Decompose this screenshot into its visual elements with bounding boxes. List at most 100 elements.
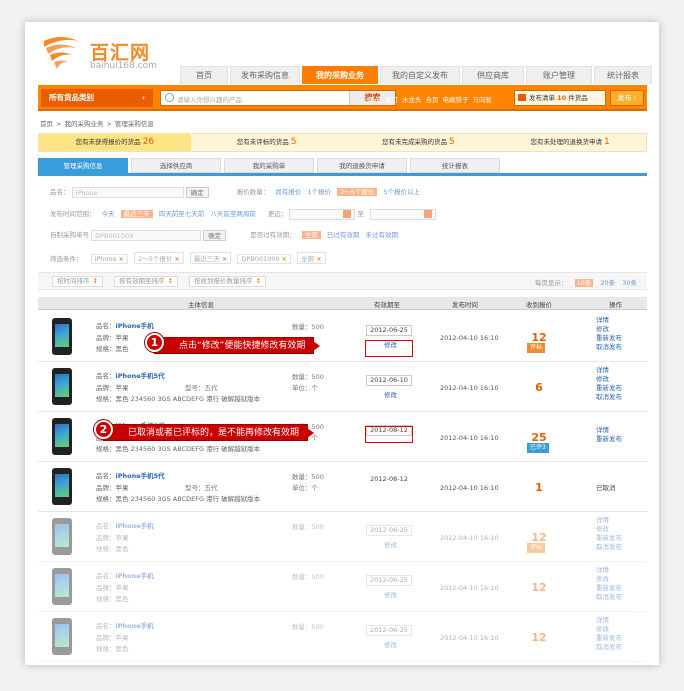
row-action-link[interactable]: 重新发布: [596, 384, 622, 393]
hot-word[interactable]: 螺钉: [385, 94, 398, 104]
notice-no-quotes[interactable]: 您有未获得报价的货品 26: [39, 134, 191, 151]
name-confirm-button[interactable]: 确定: [185, 186, 209, 198]
product-name-link[interactable]: iPhone手机: [116, 322, 154, 330]
time-option[interactable]: 八天前至两周前: [210, 210, 256, 218]
expiry-date[interactable]: 2012-06-25: [366, 625, 412, 636]
tab-reports[interactable]: 统计报表: [410, 158, 500, 173]
row-action-link[interactable]: 修改: [596, 575, 622, 584]
status-badge[interactable]: 已评3: [527, 443, 549, 453]
tab-my-orders[interactable]: 我的采购单: [224, 158, 314, 173]
tab-returns[interactable]: 我的退换货申请: [317, 158, 407, 173]
edit-expiry-link[interactable]: 修改: [384, 639, 397, 649]
time-option[interactable]: 四天前至七天前: [159, 210, 205, 218]
product-name-link[interactable]: iPhone手机: [116, 572, 154, 580]
row-action-link[interactable]: 重新发布: [596, 584, 622, 593]
breadcrumb-home[interactable]: 首页: [40, 120, 53, 128]
nav-tab-home[interactable]: 首页: [180, 66, 228, 84]
hot-word[interactable]: 水龙头: [402, 94, 422, 104]
row-action-link[interactable]: 重新发布: [596, 534, 622, 543]
tab-manage-purchases[interactable]: 管理采购信息: [38, 158, 128, 173]
row-action-link[interactable]: 修改: [596, 375, 622, 384]
page-size-option[interactable]: 30条: [622, 279, 637, 287]
product-thumbnail[interactable]: [52, 368, 72, 405]
hot-word[interactable]: 万向轮: [473, 94, 493, 104]
selected-tag[interactable]: DPB001009 ×: [237, 254, 292, 264]
row-action-link[interactable]: 重新发布: [596, 634, 622, 643]
name-filter-input[interactable]: iPhone: [71, 186, 184, 198]
selected-tag[interactable]: 2～5个报价 ×: [134, 252, 184, 264]
row-action-link[interactable]: 取消发布: [596, 593, 622, 602]
edit-expiry-link[interactable]: 修改: [384, 589, 397, 599]
selected-tag[interactable]: iPhone ×: [90, 254, 128, 264]
expired-option[interactable]: 未过有效期: [365, 231, 398, 239]
expired-option-selected[interactable]: 全部: [301, 231, 321, 239]
row-action-link[interactable]: 重新发布: [596, 334, 622, 343]
row-action-link[interactable]: 取消发布: [596, 393, 622, 402]
expired-option[interactable]: 已过有效期: [327, 231, 360, 239]
product-name-link[interactable]: iPhone手机5代: [116, 372, 165, 380]
edit-expiry-link[interactable]: 修改: [384, 389, 397, 399]
publish-list-box[interactable]: 发布清单 10 件货品: [514, 90, 606, 106]
product-thumbnail[interactable]: [52, 418, 72, 455]
row-action-link[interactable]: 取消发布: [596, 343, 622, 352]
page-size-option-selected[interactable]: 10条: [574, 279, 594, 287]
notice-returns[interactable]: 您有未处理的退换货申请 1: [494, 134, 646, 151]
quote-option-selected[interactable]: 2～5个报价: [337, 188, 378, 196]
hot-word[interactable]: 合页: [426, 94, 439, 104]
calendar-icon[interactable]: [343, 210, 352, 218]
status-badge[interactable]: 评标: [527, 543, 546, 553]
row-action-link[interactable]: 取消发布: [596, 543, 622, 552]
expiry-date[interactable]: 2012-06-25: [366, 575, 412, 586]
remove-tag-icon[interactable]: ×: [174, 255, 179, 263]
breadcrumb-my-purchases[interactable]: 我的采购业务: [64, 120, 103, 128]
product-thumbnail[interactable]: [52, 568, 72, 605]
search-input[interactable]: 请输入你想兴趣的产品: [177, 94, 242, 104]
row-action-link[interactable]: 修改: [596, 325, 622, 334]
row-action-link[interactable]: 详情: [596, 566, 622, 575]
category-dropdown[interactable]: 所有货品类别 ›: [41, 89, 153, 107]
sort-by-quotes-button[interactable]: 按收到报价数量排序 ↕: [189, 276, 266, 287]
sort-by-time-button[interactable]: 按时间排序 ↕: [52, 276, 103, 287]
row-action-link[interactable]: 详情: [596, 316, 622, 325]
order-id-confirm-button[interactable]: 确定: [203, 229, 227, 241]
nav-tab-account[interactable]: 账户管理: [526, 66, 592, 84]
hot-word[interactable]: 电磁铁子: [443, 94, 469, 104]
selected-tag[interactable]: 全部 ×: [297, 252, 326, 264]
publish-button[interactable]: 发布 ›: [610, 90, 644, 106]
row-action-link[interactable]: 重新发布: [596, 435, 622, 444]
page-size-option[interactable]: 20条: [600, 279, 615, 287]
notice-uncompleted[interactable]: 您有未完成采购的货品 5: [343, 134, 495, 151]
expiry-date[interactable]: 2012-06-25: [366, 325, 412, 336]
product-name-link[interactable]: iPhone手机: [116, 522, 154, 530]
row-action-link[interactable]: 取消发布: [596, 643, 622, 652]
nav-tab-custom-publish[interactable]: 我的自定义发布: [380, 66, 460, 84]
row-action-link[interactable]: 详情: [596, 366, 622, 375]
time-option[interactable]: 今天: [102, 210, 115, 218]
expiry-date[interactable]: 2012-06-25: [366, 525, 412, 536]
nav-tab-reports[interactable]: 统计报表: [594, 66, 652, 84]
product-name-link[interactable]: iPhone手机5代: [116, 472, 165, 480]
calendar-icon[interactable]: [424, 210, 433, 218]
product-name-link[interactable]: iPhone手机: [116, 622, 154, 630]
row-action-link[interactable]: 详情: [596, 516, 622, 525]
sort-by-expiry-button[interactable]: 按有效期至排序 ↕: [114, 276, 178, 287]
product-thumbnail[interactable]: [52, 318, 72, 355]
row-action-link[interactable]: 详情: [596, 616, 622, 625]
product-thumbnail[interactable]: [52, 468, 72, 505]
quote-option[interactable]: 尚有报价: [275, 188, 301, 196]
nav-tab-publish-purchase[interactable]: 发布采购信息: [230, 66, 300, 84]
site-logo[interactable]: 百汇网 baihui168.com: [40, 33, 180, 78]
hot-word[interactable]: 螺母: [368, 94, 381, 104]
remove-tag-icon[interactable]: ×: [222, 255, 227, 263]
status-badge[interactable]: 评标: [527, 343, 546, 353]
remove-tag-icon[interactable]: ×: [316, 255, 321, 263]
row-action-link[interactable]: 修改: [596, 525, 622, 534]
row-action-link[interactable]: 详情: [596, 426, 622, 435]
quote-option[interactable]: 1个报价: [307, 188, 331, 196]
nav-tab-my-purchases[interactable]: 我的采购业务: [302, 66, 378, 84]
order-id-input[interactable]: DPB001009: [91, 229, 202, 241]
notice-unevaluated[interactable]: 您有未评标的货品 5: [191, 134, 343, 151]
product-thumbnail[interactable]: [52, 618, 72, 655]
row-action-link[interactable]: 修改: [596, 625, 622, 634]
time-option-selected[interactable]: 最近三天: [120, 210, 153, 218]
